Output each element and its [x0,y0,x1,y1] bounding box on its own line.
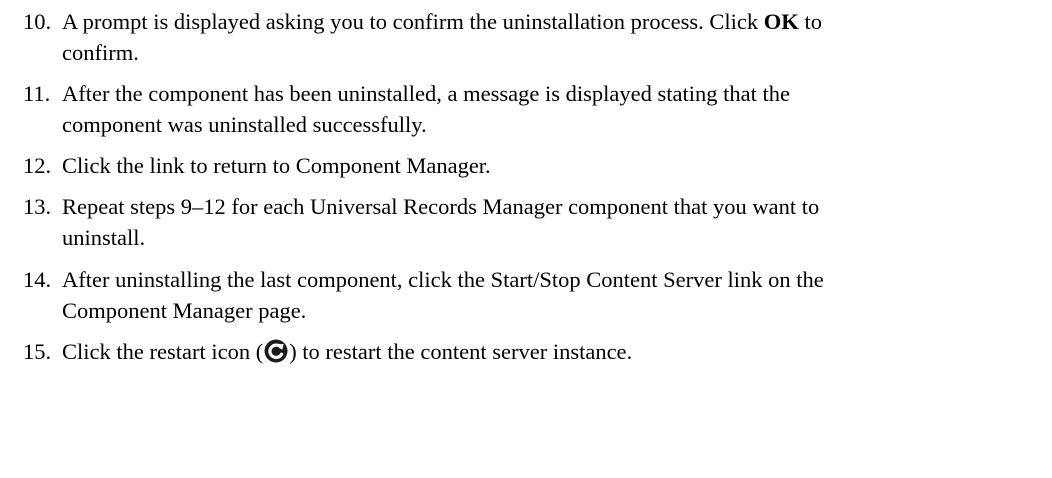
step-text: After the component has been uninstalled… [62,78,1047,140]
step-line: Repeat steps 9–12 for each Universal Rec… [62,194,820,219]
step-number: 12. [23,153,52,178]
step-line: Click the link to return to Component Ma… [62,153,491,178]
step-text: Click the link to return to Component Ma… [62,150,1047,181]
step-number: 14. [23,267,52,292]
step-number: 13. [23,194,52,219]
step-number: 15. [23,339,52,364]
restart-icon [264,339,288,363]
ok-label: OK [763,9,799,34]
step-text-segment: A prompt is displayed asking you to conf… [62,9,764,34]
step-line: After the component has been uninstalled… [62,81,790,106]
step-line: A prompt is displayed asking you to conf… [62,6,1047,37]
step-line: confirm. [62,40,139,65]
step-number: 11. [23,81,51,106]
step-text-segment: Click the restart icon ( [62,339,264,364]
step-number: 10. [23,9,52,34]
step-text: A prompt is displayed asking you to conf… [62,6,1047,68]
step-line: Click the restart icon ( ) to restart th… [62,336,1047,367]
step-text: Repeat steps 9–12 for each Universal Rec… [62,191,1047,253]
step-line: After uninstalling the last component, c… [62,267,824,292]
step-text-segment: ) to restart the content server instance… [289,339,633,364]
step-text: Click the restart icon ( ) to restart th… [62,336,1047,367]
step-text: After uninstalling the last component, c… [62,264,1047,326]
step-line: Component Manager page. [62,298,307,323]
step-line: component was uninstalled successfully. [62,112,427,137]
step-line: uninstall. [62,225,146,250]
step-text-segment: to [798,9,822,34]
